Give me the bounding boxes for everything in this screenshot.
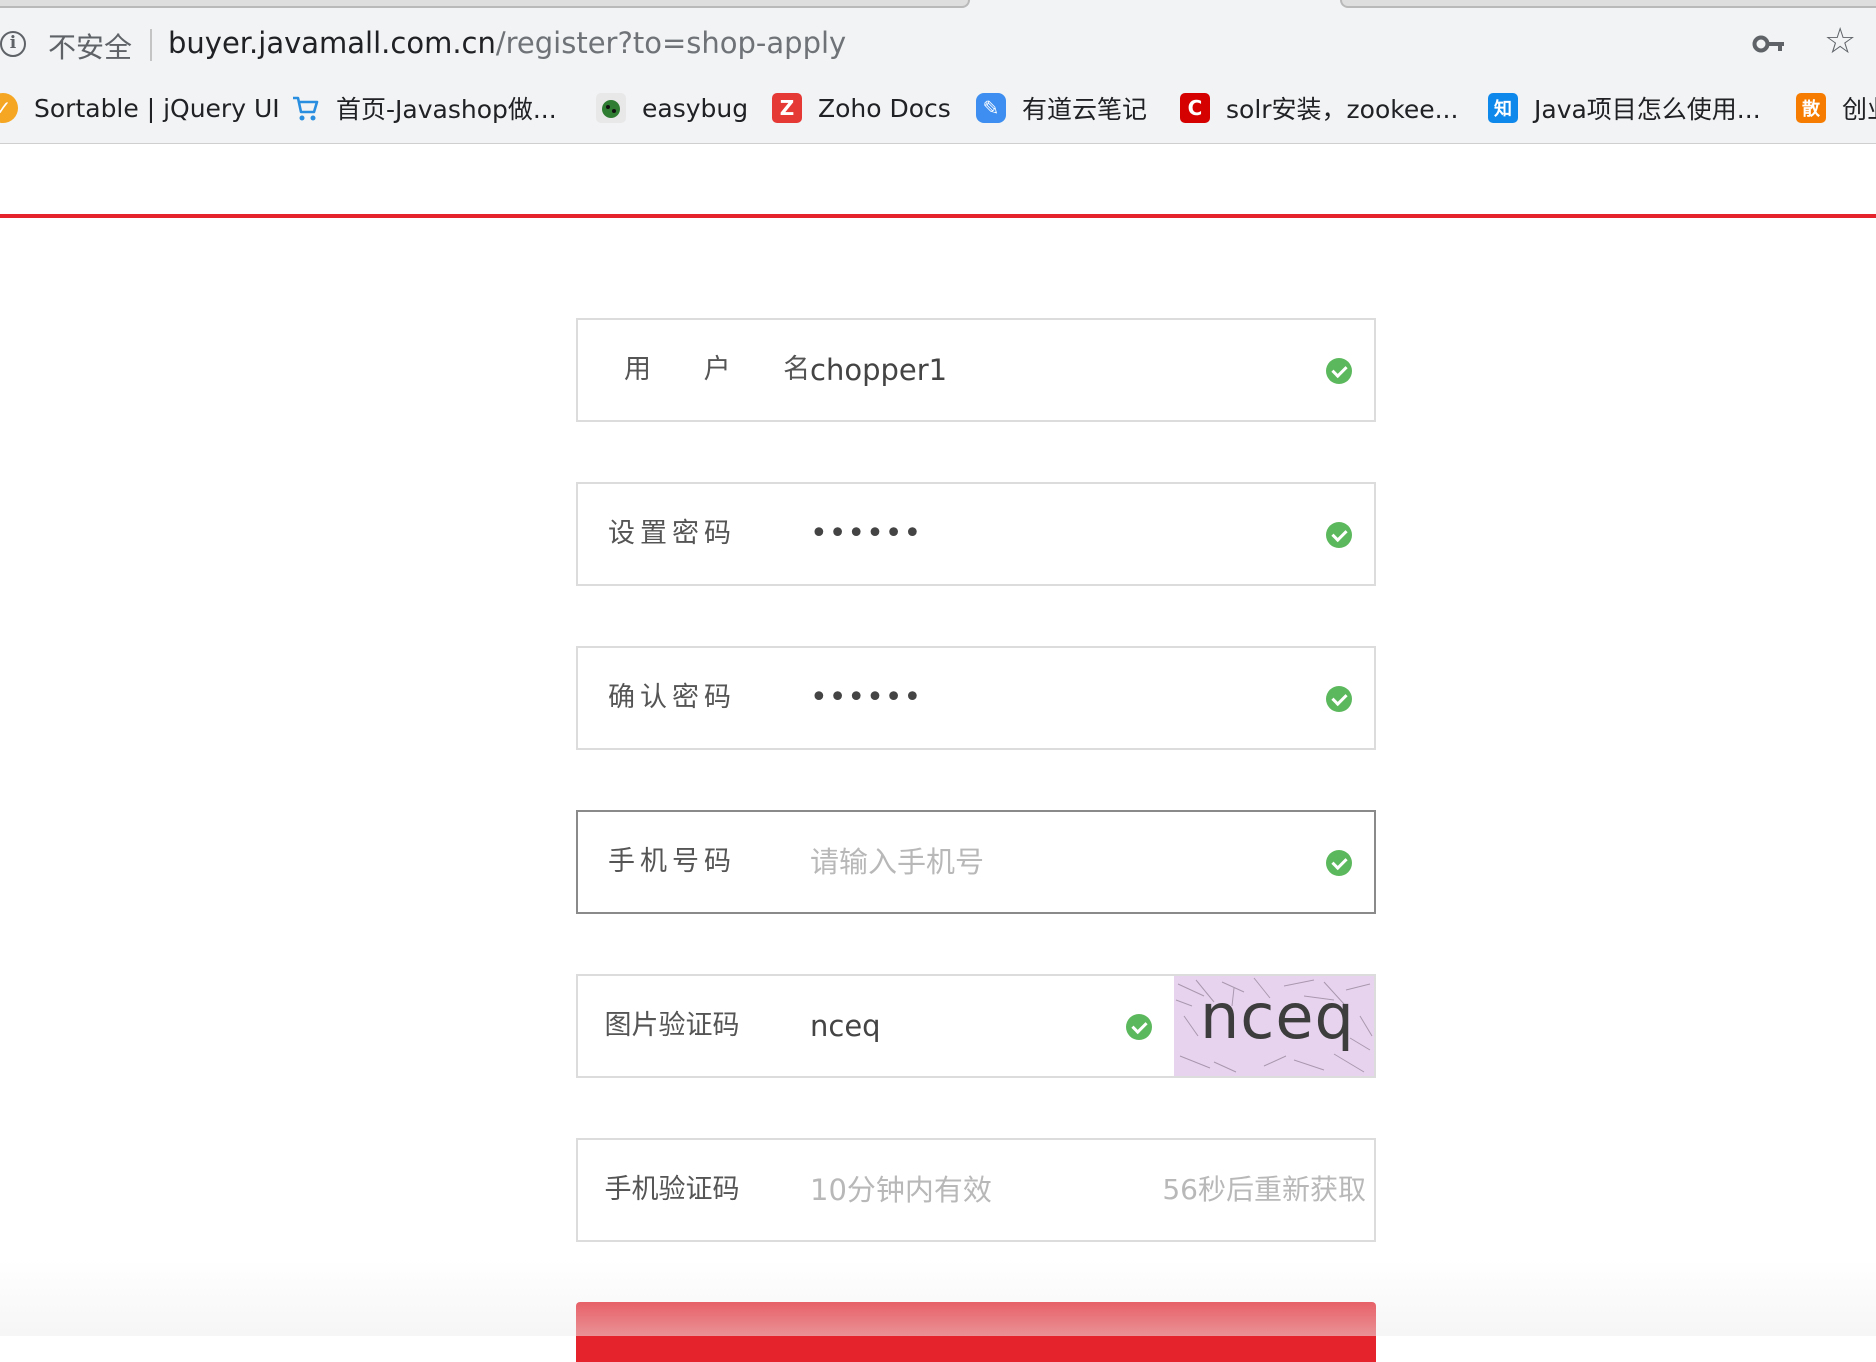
bookmark-youdao[interactable]: ✎ 有道云笔记 <box>976 88 1147 128</box>
address-bar[interactable]: i 不安全 buyer.javamall.com.cn/register?to=… <box>0 16 1876 72</box>
browser-tab[interactable] <box>0 0 970 8</box>
username-label: 用 户 名 <box>624 354 833 385</box>
valid-check-icon <box>1326 358 1352 384</box>
captcha-chars: nceq <box>1200 980 1355 1053</box>
captcha-image[interactable]: nceq <box>1174 976 1374 1076</box>
phone-field[interactable]: 手机号码 请输入手机号 <box>576 810 1376 914</box>
bookmark-label: 首页-Javashop做... <box>336 95 557 124</box>
bug-icon <box>596 93 626 123</box>
sms-code-input[interactable]: 10分钟内有效 <box>810 1140 992 1240</box>
username-field[interactable]: 用 户 名 chopper1 <box>576 318 1376 422</box>
browser-tab[interactable] <box>1340 0 1876 8</box>
bookmark-star-icon[interactable]: ☆ <box>1824 22 1856 62</box>
confirm-password-field[interactable]: 确认密码 •••••• <box>576 646 1376 750</box>
bookmark-label: Java项目怎么使用... <box>1534 95 1761 124</box>
jquery-icon: ✓ <box>0 93 18 123</box>
register-form: 用 户 名 chopper1 设置密码 •••••• 确认密码 •••••• 手… <box>576 318 1376 1302</box>
bookmark-label: 有道云笔记 <box>1022 95 1148 124</box>
youdao-note-icon: ✎ <box>976 93 1006 123</box>
bookmark-icon: 散 <box>1796 93 1826 123</box>
image-captcha-input[interactable]: nceq <box>810 976 881 1076</box>
password-input[interactable]: •••••• <box>810 484 922 584</box>
url-path: /register?to=shop-apply <box>495 26 847 60</box>
zoho-icon: Z <box>772 93 802 123</box>
bookmark-zhihu[interactable]: 知 Java项目怎么使用... <box>1488 88 1761 128</box>
bookmark-zoho[interactable]: Z Zoho Docs <box>772 88 951 128</box>
valid-check-icon <box>1326 522 1352 548</box>
bookmark-javashop[interactable]: 首页-Javashop做... <box>290 88 557 128</box>
bookmark-label: 创业 <box>1842 95 1876 124</box>
valid-check-icon <box>1326 686 1352 712</box>
resend-code-button[interactable]: 56秒后重新获取 <box>1162 1140 1366 1240</box>
bookmarks-bar: ✓ Sortable | jQuery UI 首页-Javashop做... e… <box>0 84 1876 134</box>
phone-label: 手机号码 <box>608 846 736 877</box>
confirm-password-input[interactable]: •••••• <box>810 648 922 748</box>
password-label: 设置密码 <box>608 518 736 549</box>
bookmark-label: Zoho Docs <box>818 93 951 123</box>
sms-code-field[interactable]: 手机验证码 10分钟内有效 56秒后重新获取 <box>576 1138 1376 1242</box>
password-field[interactable]: 设置密码 •••••• <box>576 482 1376 586</box>
security-status[interactable]: 不安全 <box>48 26 132 66</box>
bookmark-sortable[interactable]: ✓ Sortable | jQuery UI <box>0 88 280 128</box>
bookmark-label: solr安装，zookee... <box>1226 95 1459 124</box>
image-captcha-field[interactable]: 图片验证码 nceq nceq <box>576 974 1376 1078</box>
zhihu-icon: 知 <box>1488 93 1518 123</box>
phone-input[interactable]: 请输入手机号 <box>810 812 984 912</box>
cart-icon <box>293 96 319 121</box>
header-divider <box>0 214 1876 218</box>
username-input[interactable]: chopper1 <box>810 320 947 420</box>
url-text[interactable]: buyer.javamall.com.cn/register?to=shop-a… <box>168 26 846 60</box>
csdn-icon: C <box>1180 93 1210 123</box>
browser-chrome: i 不安全 buyer.javamall.com.cn/register?to=… <box>0 0 1876 144</box>
sms-code-label: 手机验证码 <box>604 1174 740 1205</box>
captcha-text: nceq <box>1200 980 1355 1053</box>
divider <box>150 29 152 61</box>
bookmark-label: easybug <box>642 93 749 123</box>
bookmark-solr[interactable]: C solr安装，zookee... <box>1180 88 1458 128</box>
valid-check-icon <box>1126 1014 1152 1040</box>
confirm-password-label: 确认密码 <box>608 682 736 713</box>
bookmark-chuangye[interactable]: 散 创业 <box>1796 88 1876 128</box>
key-icon[interactable] <box>1752 30 1786 58</box>
bookmark-easybug[interactable]: easybug <box>596 88 748 128</box>
info-icon[interactable]: i <box>0 31 26 57</box>
submit-button[interactable] <box>576 1302 1376 1362</box>
url-host: buyer.javamall.com.cn <box>168 26 496 60</box>
bookmark-label: Sortable | jQuery UI <box>34 93 280 123</box>
image-captcha-label: 图片验证码 <box>604 1010 740 1041</box>
valid-check-icon <box>1326 850 1352 876</box>
